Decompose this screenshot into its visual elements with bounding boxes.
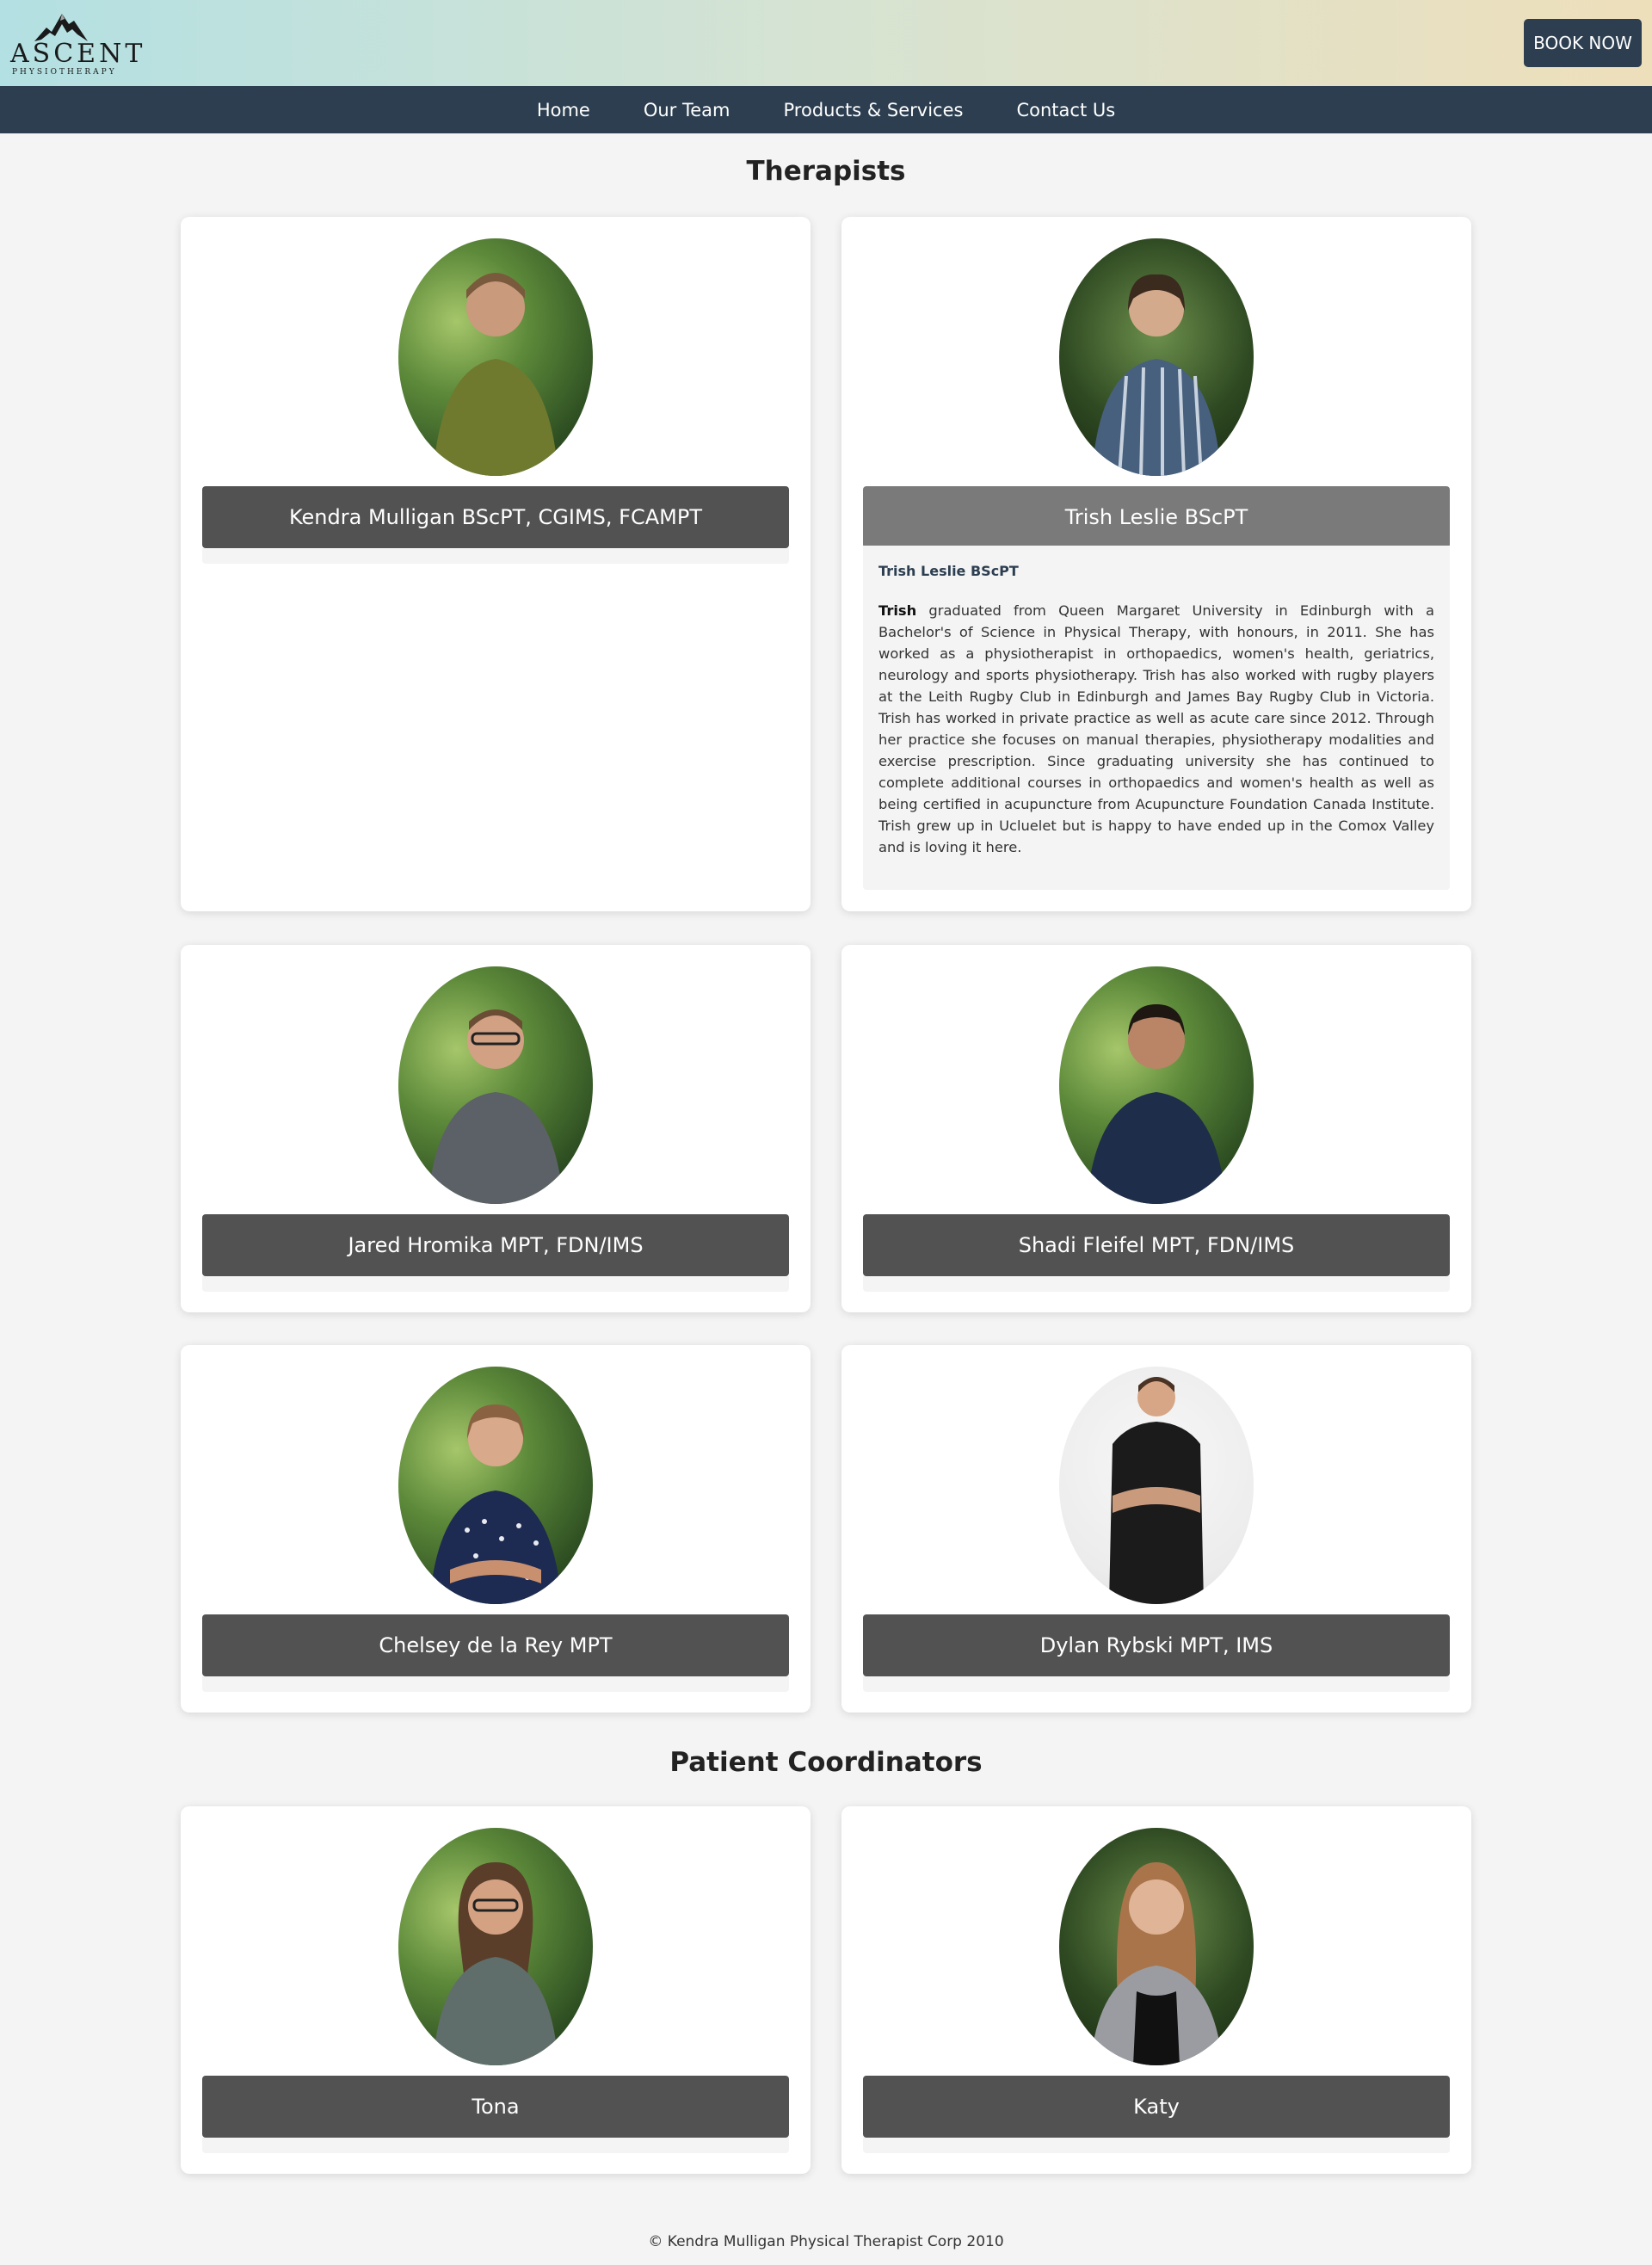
bio-text: Trish graduated from Queen Margaret Univ… [878, 600, 1434, 858]
coordinator-card: Tona [181, 1806, 811, 2174]
therapist-name-button[interactable]: Dylan Rybski MPT, IMS [863, 1614, 1450, 1676]
therapists-heading: Therapists [746, 156, 906, 187]
bio-first-word: Trish [878, 602, 917, 619]
therapist-name-button[interactable]: Trish Leslie BScPT [863, 486, 1450, 548]
logo-subtext: PHYSIOTHERAPY [12, 68, 117, 77]
therapist-bio-panel: Trish Leslie BScPT Trish graduated from … [863, 546, 1450, 890]
therapist-card: Jared Hromika MPT, FDN/IMS [181, 945, 811, 1312]
therapist-name-button[interactable]: Shadi Fleifel MPT, FDN/IMS [863, 1214, 1450, 1276]
coordinator-card: Katy [841, 1806, 1471, 2174]
nav-home[interactable]: Home [510, 100, 617, 120]
ascent-logo[interactable]: ASCENT PHYSIOTHERAPY [9, 9, 142, 77]
coordinator-name-button[interactable]: Tona [202, 2076, 789, 2138]
therapist-card: Kendra Mulligan BScPT, CGIMS, FCAMPT [181, 217, 811, 911]
therapist-photo [1059, 238, 1254, 476]
therapist-name-button[interactable]: Kendra Mulligan BScPT, CGIMS, FCAMPT [202, 486, 789, 548]
mountain-icon [34, 14, 88, 41]
nav-our-team[interactable]: Our Team [617, 100, 757, 120]
therapist-photo [398, 1367, 593, 1604]
therapist-card: Shadi Fleifel MPT, FDN/IMS [841, 945, 1471, 1312]
therapist-photo [1059, 1367, 1254, 1604]
coordinator-photo [1059, 1828, 1254, 2065]
nav-products-services[interactable]: Products & Services [757, 100, 990, 120]
coordinator-photo [398, 1828, 593, 2065]
nav-contact-us[interactable]: Contact Us [989, 100, 1142, 120]
therapist-name-button[interactable]: Jared Hromika MPT, FDN/IMS [202, 1214, 789, 1276]
logo-text: ASCENT [10, 39, 146, 69]
therapist-photo [398, 238, 593, 476]
book-now-button[interactable]: BOOK NOW [1524, 19, 1642, 67]
therapist-name-button[interactable]: Chelsey de la Rey MPT [202, 1614, 789, 1676]
therapist-photo [398, 966, 593, 1204]
therapist-card: Chelsey de la Rey MPT [181, 1345, 811, 1713]
therapist-card: Trish Leslie BScPT Trish Leslie BScPT Tr… [841, 217, 1471, 911]
patient-coordinators-heading: Patient Coordinators [669, 1747, 983, 1778]
footer-copyright: © Kendra Mulligan Physical Therapist Cor… [648, 2233, 1004, 2250]
therapist-card: Dylan Rybski MPT, IMS [841, 1345, 1471, 1713]
main-nav: Home Our Team Products & Services Contac… [0, 86, 1652, 133]
bio-title: Trish Leslie BScPT [878, 563, 1019, 579]
coordinator-name-button[interactable]: Katy [863, 2076, 1450, 2138]
bio-body: graduated from Queen Margaret University… [878, 602, 1434, 855]
header-banner: ASCENT PHYSIOTHERAPY BOOK NOW [0, 0, 1652, 86]
therapist-photo [1059, 966, 1254, 1204]
